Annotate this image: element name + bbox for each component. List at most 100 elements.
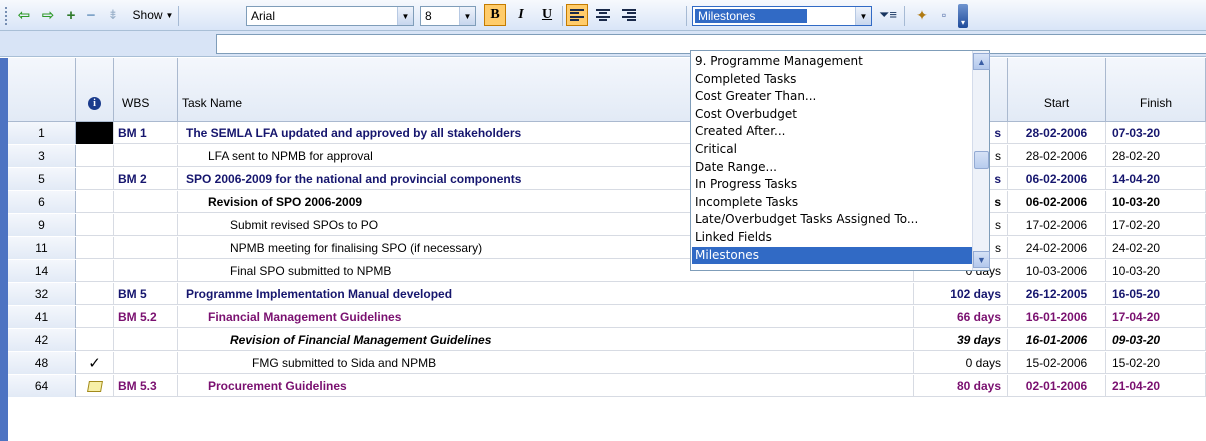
row-wbs[interactable]: BM 2: [114, 168, 178, 190]
table-row[interactable]: 48 ✓ FMG submitted to Sida and NPMB 0 days 1…: [8, 352, 1206, 374]
row-wbs[interactable]: [114, 145, 178, 167]
header-finish[interactable]: Finish: [1106, 58, 1206, 122]
row-wbs[interactable]: BM 5: [114, 283, 178, 305]
row-finish[interactable]: 14-04-20: [1106, 168, 1206, 190]
row-start[interactable]: 28-02-2006: [1008, 122, 1106, 144]
row-indicator[interactable]: [76, 191, 114, 213]
row-id[interactable]: 64: [8, 375, 76, 397]
table-row[interactable]: 3 LFA sent to NPMB for approval s 28-02-200…: [8, 145, 1206, 167]
align-right-button[interactable]: [618, 4, 640, 26]
row-id[interactable]: 42: [8, 329, 76, 351]
row-wbs[interactable]: [114, 260, 178, 282]
filter-option[interactable]: Date Range...: [692, 159, 972, 176]
table-row[interactable]: 1 BM 1 The SEMLA LFA updated and approved …: [8, 122, 1206, 144]
show-outline-button[interactable]: Show ▼: [130, 4, 176, 26]
row-start[interactable]: 16-01-2006: [1008, 329, 1106, 351]
row-wbs[interactable]: BM 1: [114, 122, 178, 144]
header-start[interactable]: Start: [1008, 58, 1106, 122]
table-row[interactable]: 32 BM 5 Programme Implementation Manual de…: [8, 283, 1206, 305]
indent-arrow-icon[interactable]: ⇨: [38, 4, 58, 26]
filter-option[interactable]: Cost Greater Than...: [692, 88, 972, 105]
row-task-name[interactable]: Programme Implementation Manual develope…: [178, 283, 914, 305]
row-start[interactable]: 06-02-2006: [1008, 191, 1106, 213]
row-start[interactable]: 10-03-2006: [1008, 260, 1106, 282]
scrollbar-thumb[interactable]: [974, 151, 989, 169]
row-start[interactable]: 06-02-2006: [1008, 168, 1106, 190]
gantt-wizard-icon[interactable]: ✦: [910, 4, 934, 26]
show-all-subtasks-icon[interactable]: ⇟: [100, 4, 126, 26]
row-id[interactable]: 41: [8, 306, 76, 328]
row-task-name[interactable]: FMG submitted to Sida and NPMB: [178, 352, 914, 374]
row-indicator[interactable]: [76, 122, 114, 144]
filter-option[interactable]: Milestones: [692, 246, 972, 264]
row-duration[interactable]: 66 days: [914, 306, 1008, 328]
row-indicator[interactable]: [76, 260, 114, 282]
row-indicator[interactable]: [76, 237, 114, 259]
row-finish[interactable]: 21-04-20: [1106, 375, 1206, 397]
italic-button[interactable]: I: [510, 4, 532, 26]
filter-option[interactable]: Linked Fields: [692, 229, 972, 246]
row-start[interactable]: 28-02-2006: [1008, 145, 1106, 167]
toolbar-grip[interactable]: [4, 6, 8, 26]
show-subtasks-plus-icon[interactable]: +: [62, 4, 80, 26]
row-id[interactable]: 48: [8, 352, 76, 374]
row-indicator[interactable]: [76, 145, 114, 167]
scroll-up-icon[interactable]: ▲: [973, 53, 990, 70]
row-wbs[interactable]: BM 5.3: [114, 375, 178, 397]
row-indicator[interactable]: [76, 329, 114, 351]
row-task-name[interactable]: Revision of Financial Management Guideli…: [178, 329, 914, 351]
table-row[interactable]: 11 NPMB meeting for finalising SPO (if ne…: [8, 237, 1206, 259]
row-duration[interactable]: 0 days: [914, 352, 1008, 374]
row-wbs[interactable]: [114, 352, 178, 374]
header-row-id[interactable]: [8, 58, 76, 122]
table-row[interactable]: 14 Final SPO submitted to NPMB 0 days 10-03…: [8, 260, 1206, 282]
row-indicator[interactable]: [76, 375, 114, 397]
row-id[interactable]: 1: [8, 122, 76, 144]
dropdown-scrollbar[interactable]: ▲ ▼: [972, 51, 990, 270]
row-finish[interactable]: 16-05-20: [1106, 283, 1206, 305]
toolbar-overflow-icon[interactable]: ▾: [958, 4, 968, 28]
row-start[interactable]: 26-12-2005: [1008, 283, 1106, 305]
align-center-button[interactable]: [592, 4, 614, 26]
font-size-combo[interactable]: 8 ▼: [420, 6, 476, 26]
align-left-button[interactable]: [566, 4, 588, 26]
table-row[interactable]: 9 Submit revised SPOs to PO s 17-02-2006 17-…: [8, 214, 1206, 236]
row-start[interactable]: 17-02-2006: [1008, 214, 1106, 236]
header-wbs[interactable]: WBS: [114, 58, 178, 122]
autofilter-funnel-icon[interactable]: ⏷≡: [876, 4, 900, 26]
row-indicator[interactable]: ✓: [76, 352, 114, 374]
row-duration[interactable]: 80 days: [914, 375, 1008, 397]
row-wbs[interactable]: [114, 237, 178, 259]
filter-option[interactable]: In Progress Tasks: [692, 176, 972, 193]
table-row[interactable]: 64 BM 5.3 Procurement Guidelines 80 days 02-…: [8, 375, 1206, 397]
row-start[interactable]: 15-02-2006: [1008, 352, 1106, 374]
row-id[interactable]: 3: [8, 145, 76, 167]
row-finish[interactable]: 10-03-20: [1106, 191, 1206, 213]
row-finish[interactable]: 17-02-20: [1106, 214, 1206, 236]
table-row[interactable]: 41 BM 5.2 Financial Management Guidelines 6…: [8, 306, 1206, 328]
row-id[interactable]: 6: [8, 191, 76, 213]
chevron-down-icon[interactable]: ▼: [855, 7, 871, 25]
row-id[interactable]: 32: [8, 283, 76, 305]
row-start[interactable]: 24-02-2006: [1008, 237, 1106, 259]
underline-button[interactable]: U: [536, 4, 558, 26]
toolbar-options-icon[interactable]: ▫: [934, 4, 954, 26]
row-wbs[interactable]: [114, 191, 178, 213]
bold-button[interactable]: B: [484, 4, 506, 26]
row-wbs[interactable]: [114, 214, 178, 236]
filter-option[interactable]: 9. Programme Management: [692, 53, 972, 70]
row-indicator[interactable]: [76, 306, 114, 328]
filter-dropdown-list[interactable]: 9. Programme Management Completed Tasks Co…: [690, 50, 990, 271]
row-id[interactable]: 14: [8, 260, 76, 282]
row-start[interactable]: 02-01-2006: [1008, 375, 1106, 397]
row-duration[interactable]: 39 days: [914, 329, 1008, 351]
scroll-down-icon[interactable]: ▼: [973, 251, 990, 268]
chevron-down-icon[interactable]: ▼: [397, 7, 413, 25]
row-task-name[interactable]: Financial Management Guidelines: [178, 306, 914, 328]
row-finish[interactable]: 09-03-20: [1106, 329, 1206, 351]
row-id[interactable]: 5: [8, 168, 76, 190]
row-duration[interactable]: 102 days: [914, 283, 1008, 305]
row-finish[interactable]: 28-02-20: [1106, 145, 1206, 167]
table-row[interactable]: 5 BM 2 SPO 2006-2009 for the national and …: [8, 168, 1206, 190]
header-indicators[interactable]: i: [76, 58, 114, 122]
